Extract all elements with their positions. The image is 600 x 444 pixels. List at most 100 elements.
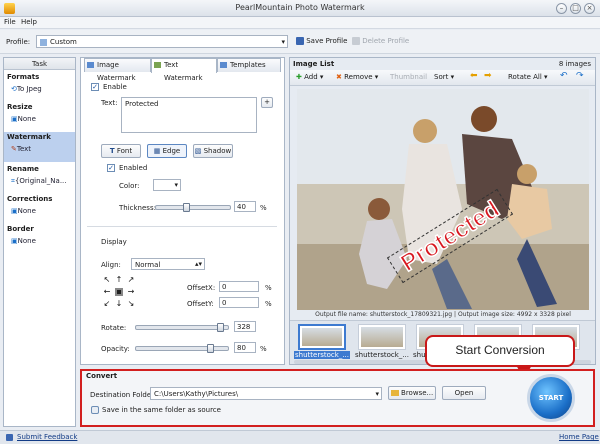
submit-feedback-link[interactable]: Submit Feedback bbox=[17, 433, 77, 441]
opacity-input[interactable]: 80 bbox=[234, 342, 256, 353]
opacity-slider-handle[interactable] bbox=[206, 344, 214, 353]
edge-icon: ▦ bbox=[153, 147, 161, 155]
task-formats[interactable]: Formats ⟲To Jpeg bbox=[4, 72, 75, 95]
task-border-title: Border bbox=[7, 225, 34, 233]
rotate-slider-handle[interactable] bbox=[216, 323, 224, 332]
same-folder-label: Save in the same folder as source bbox=[102, 406, 221, 414]
thumbnail-button[interactable]: Thumbnail bbox=[390, 73, 427, 81]
preview-image[interactable]: Protected bbox=[297, 89, 589, 310]
chevron-down-icon: ▾ bbox=[281, 38, 285, 46]
thickness-input[interactable]: 40 bbox=[234, 201, 256, 212]
thickness-slider-handle[interactable] bbox=[182, 203, 190, 212]
arrow-down-icon[interactable]: ↓ bbox=[115, 300, 123, 308]
move-right-icon[interactable]: ➡ bbox=[484, 71, 492, 81]
edge-button[interactable]: ▦ Edge bbox=[147, 144, 187, 158]
percent-label: % bbox=[260, 345, 267, 353]
remove-icon: ✖ bbox=[336, 73, 342, 81]
rotate-right-icon[interactable]: ↷ bbox=[576, 71, 584, 81]
edge-enabled-checkbox[interactable]: ✓ bbox=[107, 164, 115, 172]
arrow-up-left-icon[interactable]: ↖ bbox=[103, 276, 111, 284]
shadow-button[interactable]: ▧ Shadow bbox=[193, 144, 233, 158]
font-icon: T bbox=[109, 147, 115, 155]
menu-file[interactable]: File bbox=[4, 18, 16, 26]
add-text-button[interactable]: + bbox=[261, 97, 273, 108]
thumbnail-item[interactable] bbox=[358, 324, 406, 350]
open-button[interactable]: Open bbox=[442, 386, 486, 400]
folder-icon bbox=[390, 390, 399, 396]
offsetx-input[interactable]: 0 bbox=[219, 281, 259, 292]
browse-button[interactable]: Browse... bbox=[388, 386, 436, 400]
watermark-settings-panel: Image Watermark Text Watermark Templates… bbox=[80, 57, 285, 365]
home-page-link[interactable]: Home Page bbox=[559, 433, 599, 441]
rotate-input[interactable]: 328 bbox=[234, 321, 256, 332]
opacity-value: 80 bbox=[237, 344, 246, 352]
task-resize-value: None bbox=[17, 115, 36, 123]
move-left-icon[interactable]: ⬅ bbox=[470, 71, 478, 81]
sort-button[interactable]: Sort ▾ bbox=[434, 73, 454, 81]
close-icon[interactable]: × bbox=[584, 3, 595, 14]
rotate-all-button[interactable]: Rotate All ▾ bbox=[508, 73, 548, 81]
thumbnail-item[interactable] bbox=[298, 324, 346, 350]
image-count: 8 images bbox=[558, 60, 591, 68]
remove-label: Remove bbox=[344, 73, 373, 81]
offsety-input[interactable]: 0 bbox=[219, 297, 259, 308]
arrow-down-left-icon[interactable]: ↙ bbox=[103, 300, 111, 308]
title-bar: PearlMountain Photo Watermark – □ × bbox=[0, 0, 600, 17]
thumbnail-label: shutterstock_... bbox=[294, 351, 350, 359]
profile-label: Profile: bbox=[6, 38, 31, 46]
same-folder-checkbox[interactable] bbox=[91, 406, 99, 414]
maximize-icon[interactable]: □ bbox=[570, 3, 581, 14]
rotate-left-icon[interactable]: ↶ bbox=[560, 71, 568, 81]
opacity-slider[interactable] bbox=[135, 344, 229, 353]
tab-text-watermark-label: Text Watermark bbox=[164, 61, 203, 82]
display-label: Display bbox=[101, 238, 127, 246]
tab-image-watermark[interactable]: Image Watermark bbox=[84, 58, 151, 82]
arrow-down-right-icon[interactable]: ↘ bbox=[127, 300, 135, 308]
task-border[interactable]: Border ▣None bbox=[4, 224, 75, 247]
tab-templates[interactable]: Templates bbox=[217, 58, 281, 72]
resize-icon: ▣ bbox=[11, 115, 18, 123]
task-resize[interactable]: Resize ▣None bbox=[4, 102, 75, 125]
remove-button[interactable]: ✖ Remove ▾ bbox=[336, 73, 378, 81]
enable-checkbox[interactable]: ✓ bbox=[91, 83, 99, 91]
color-label: Color: bbox=[119, 182, 140, 190]
rotate-slider[interactable] bbox=[135, 323, 229, 332]
destination-label: Destination Folder: bbox=[90, 391, 157, 399]
rotate-value: 328 bbox=[237, 323, 251, 331]
rotate-label: Rotate: bbox=[101, 324, 127, 332]
profile-select[interactable]: Custom ▾ bbox=[36, 35, 288, 48]
sort-label: Sort bbox=[434, 73, 449, 81]
image-list-panel: Image List 8 images ✚ Add ▾ ✖ Remove ▾ T… bbox=[289, 57, 596, 365]
delete-profile-button[interactable]: Delete Profile bbox=[352, 37, 409, 45]
save-profile-button[interactable]: Save Profile bbox=[296, 37, 347, 45]
offsetx-value: 0 bbox=[222, 283, 227, 291]
minimize-icon[interactable]: – bbox=[556, 3, 567, 14]
start-button[interactable]: START bbox=[527, 374, 575, 422]
watermark-text-value: Protected bbox=[125, 100, 159, 108]
task-corrections[interactable]: Corrections ▣None bbox=[4, 194, 75, 217]
thickness-slider[interactable] bbox=[155, 203, 231, 212]
font-button[interactable]: T Font bbox=[101, 144, 141, 158]
arrow-left-icon[interactable]: ← bbox=[103, 288, 111, 296]
feedback-icon bbox=[6, 434, 13, 441]
arrow-up-icon[interactable]: ↑ bbox=[115, 276, 123, 284]
save-profile-label: Save Profile bbox=[306, 37, 348, 45]
arrow-up-right-icon[interactable]: ↗ bbox=[127, 276, 135, 284]
add-button[interactable]: ✚ Add ▾ bbox=[296, 73, 323, 81]
task-watermark[interactable]: Watermark ✎Text bbox=[4, 132, 75, 162]
thickness-value: 40 bbox=[237, 203, 246, 211]
center-position-icon[interactable] bbox=[115, 288, 123, 296]
menu-help[interactable]: Help bbox=[21, 18, 37, 26]
corrections-icon: ▣ bbox=[11, 207, 18, 215]
color-picker[interactable]: ▾ bbox=[153, 179, 181, 191]
browse-label: Browse... bbox=[401, 389, 434, 397]
shadow-icon: ▧ bbox=[194, 147, 202, 155]
align-select[interactable]: Normal ▴▾ bbox=[131, 258, 205, 270]
task-rename[interactable]: Rename ⌗{Original_Na... bbox=[4, 164, 75, 187]
task-formats-value: To Jpeg bbox=[16, 85, 42, 93]
profile-icon bbox=[40, 38, 47, 46]
tab-text-watermark[interactable]: Text Watermark bbox=[151, 58, 217, 82]
destination-folder-input[interactable]: C:\Users\Kathy\Pictures\ ▾ bbox=[150, 387, 382, 400]
arrow-right-icon[interactable]: → bbox=[127, 288, 135, 296]
watermark-text-input[interactable]: Protected bbox=[121, 97, 257, 133]
